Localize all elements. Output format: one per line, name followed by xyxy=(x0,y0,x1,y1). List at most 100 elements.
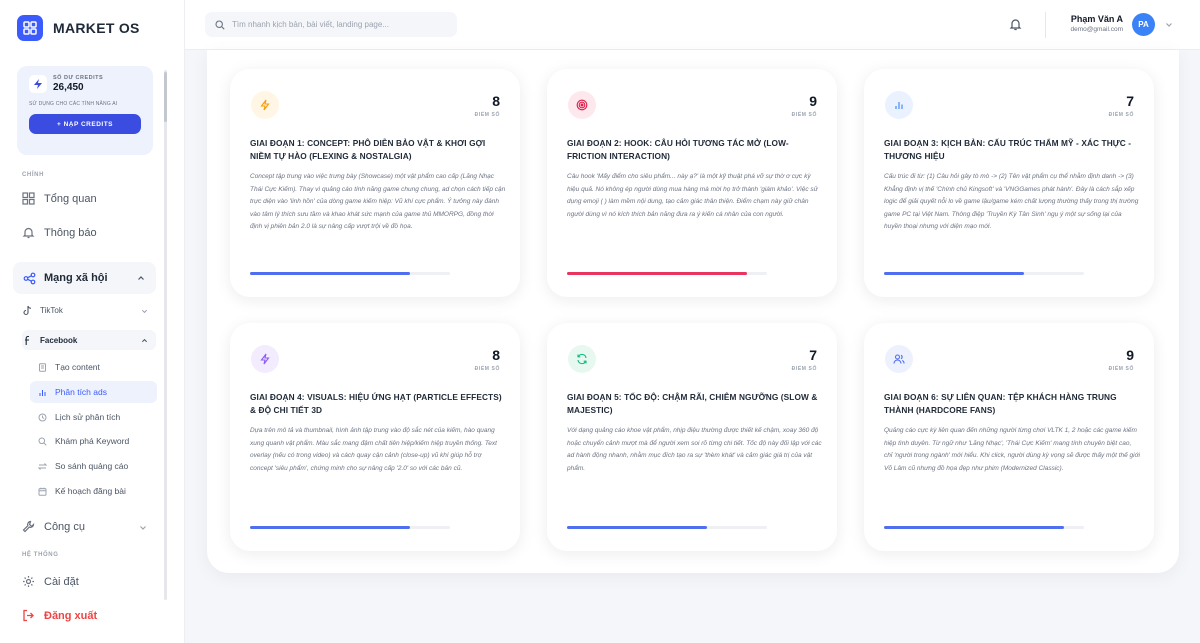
avatar[interactable]: PA xyxy=(1132,13,1155,36)
calendar-icon xyxy=(38,487,47,496)
search-icon xyxy=(215,19,225,30)
card-title: GIAI ĐOẠN 2: HOOK: CÂU HỎI TƯƠNG TÁC MỞ … xyxy=(567,138,789,161)
share-icon xyxy=(23,272,36,284)
sidebar-item-label: Kế hoạch đăng bài xyxy=(55,486,126,496)
sidebar-item-keyword-explore[interactable]: Khám phá Keyword xyxy=(38,436,129,446)
card-score-label: ĐIỂM SỐ xyxy=(791,112,817,118)
header-divider xyxy=(1045,12,1046,38)
sidebar-item-analysis-history[interactable]: Lịch sử phân tích xyxy=(38,412,120,422)
sidebar-item-tiktok[interactable]: TikTok xyxy=(22,305,148,316)
search-input[interactable] xyxy=(232,20,452,29)
grid-logo-icon xyxy=(17,15,43,41)
lightning-icon xyxy=(29,75,47,93)
card-score: 8 xyxy=(492,347,500,363)
sidebar-item-label: Thông báo xyxy=(44,226,97,239)
logout-icon xyxy=(23,609,34,622)
sidebar-item-tools[interactable]: Công cụ xyxy=(22,520,85,533)
score-progress-bar xyxy=(567,272,767,275)
section-label-system: HỆ THỐNG xyxy=(22,552,59,558)
card-title: GIAI ĐOẠN 3: KỊCH BẢN: CẤU TRÚC THẨM MỸ … xyxy=(884,138,1132,161)
sidebar-item-label: Tạo content xyxy=(55,362,100,372)
score-progress-fill xyxy=(567,526,707,529)
sidebar-item-post-plan[interactable]: Kế hoạch đăng bài xyxy=(38,486,126,496)
target-icon xyxy=(568,91,596,119)
sidebar-item-notifications[interactable]: Thông báo xyxy=(22,226,97,239)
sidebar-item-label: TikTok xyxy=(40,306,63,315)
tiktok-icon xyxy=(23,305,32,316)
search-bar[interactable] xyxy=(205,12,457,37)
analysis-card: 8 ĐIỂM SỐ GIAI ĐOẠN 4: VISUALS: HIỆU ỨNG… xyxy=(230,323,520,551)
chevron-up-icon xyxy=(138,276,144,280)
user-name[interactable]: Phạm Văn A xyxy=(1071,14,1123,24)
gear-icon xyxy=(23,576,34,587)
brand[interactable]: MARKET OS xyxy=(17,15,140,41)
score-progress-fill xyxy=(567,272,747,275)
sidebar-group-label: Mạng xã hội xyxy=(44,272,108,284)
score-progress-fill xyxy=(884,272,1024,275)
search-icon xyxy=(38,437,47,446)
credits-panel: SỐ DƯ CREDITS 26,450 SỬ DỤNG CHO CÁC TÍN… xyxy=(17,66,153,155)
sidebar-item-create-content[interactable]: Tạo content xyxy=(38,362,100,372)
refresh-icon xyxy=(568,345,596,373)
score-progress-fill xyxy=(250,272,410,275)
analysis-card: 7 ĐIỂM SỐ GIAI ĐOẠN 5: TỐC ĐỘ: CHẬM RÃI,… xyxy=(547,323,837,551)
analysis-card: 9 ĐIỂM SỐ GIAI ĐOẠN 6: SỰ LIÊN QUAN: TỆP… xyxy=(864,323,1154,551)
wrench-icon xyxy=(22,520,35,533)
chevron-down-icon xyxy=(141,309,148,314)
chevron-down-icon xyxy=(140,526,146,530)
card-description: Concept tập trung vào việc trưng bày (Sh… xyxy=(250,173,506,230)
score-progress-fill xyxy=(884,526,1064,529)
score-progress-fill xyxy=(250,526,410,529)
lightning-icon xyxy=(251,345,279,373)
sidebar-item-label: Khám phá Keyword xyxy=(55,436,130,446)
sidebar-group-social[interactable]: Mạng xã hội xyxy=(13,262,156,294)
score-progress-bar xyxy=(250,526,450,529)
card-description: Dựa trên mô tả và thumbnail, hình ảnh tậ… xyxy=(250,427,497,472)
score-progress-bar xyxy=(250,272,450,275)
card-title: GIAI ĐOẠN 5: TỐC ĐỘ: CHẬM RÃI, CHIÊM NGƯ… xyxy=(567,392,818,415)
card-score: 9 xyxy=(1126,347,1134,363)
sidebar-scroll-thumb[interactable] xyxy=(164,72,167,122)
analysis-card: 8 ĐIỂM SỐ GIAI ĐOẠN 1: CONCEPT: PHÔ DIỄN… xyxy=(230,69,520,297)
user-email: demo@gmail.com xyxy=(1070,26,1123,33)
card-score-label: ĐIỂM SỐ xyxy=(1108,112,1134,118)
sidebar-item-overview[interactable]: Tổng quan xyxy=(22,192,97,205)
analysis-card: 7 ĐIỂM SỐ GIAI ĐOẠN 3: KỊCH BẢN: CẤU TRÚ… xyxy=(864,69,1154,297)
sidebar-item-compare-ads[interactable]: So sánh quảng cáo xyxy=(38,461,128,471)
sidebar-item-facebook[interactable]: Facebook xyxy=(22,335,148,346)
bar-chart-icon xyxy=(39,389,46,396)
sidebar-item-ads-analysis[interactable]: Phân tích ads xyxy=(38,387,107,397)
section-label-main: CHÍNH xyxy=(22,172,44,178)
sidebar-item-label: Công cụ xyxy=(44,520,85,533)
sidebar-item-label: Phân tích ads xyxy=(55,387,107,397)
card-score-label: ĐIỂM SỐ xyxy=(474,112,500,118)
sidebar-scrollbar[interactable] xyxy=(164,70,167,600)
facebook-icon xyxy=(25,335,29,345)
analysis-card: 9 ĐIỂM SỐ GIAI ĐOẠN 2: HOOK: CÂU HỎI TƯƠ… xyxy=(547,69,837,297)
chevron-down-icon[interactable] xyxy=(1165,21,1173,29)
card-title: GIAI ĐOẠN 4: VISUALS: HIỆU ỨNG HẠT (PART… xyxy=(250,392,502,415)
chevron-up-icon xyxy=(141,338,148,343)
score-progress-bar xyxy=(884,272,1084,275)
users-icon xyxy=(885,345,913,373)
card-score-label: ĐIỂM SỐ xyxy=(474,366,500,372)
credits-value: 26,450 xyxy=(53,82,84,93)
sidebar-item-label: Tổng quan xyxy=(44,192,97,205)
notification-bell-icon[interactable] xyxy=(1009,17,1022,31)
credits-subtitle: SỬ DỤNG CHO CÁC TÍNH NĂNG AI xyxy=(29,101,118,107)
card-description: Với dạng quảng cáo khoe vật phẩm, nhịp đ… xyxy=(567,427,822,472)
app-name: MARKET OS xyxy=(53,20,140,36)
compare-icon xyxy=(38,462,47,470)
bell-icon xyxy=(22,227,35,239)
dashboard-icon xyxy=(22,192,35,205)
bar-chart-icon xyxy=(885,91,913,119)
card-score: 9 xyxy=(809,93,817,109)
sidebar-item-settings[interactable]: Cài đặt xyxy=(22,575,79,588)
card-description: Câu hook 'Mấy điểm cho siêu phẩm... này … xyxy=(567,173,818,218)
card-score-label: ĐIỂM SỐ xyxy=(791,366,817,372)
score-progress-bar xyxy=(567,526,767,529)
top-header: Phạm Văn A demo@gmail.com PA xyxy=(185,0,1200,50)
sidebar-item-label: So sánh quảng cáo xyxy=(55,461,129,471)
logout-button[interactable]: Đăng xuất xyxy=(22,609,97,622)
top-up-credits-button[interactable]: + NẠP CREDITS xyxy=(29,114,141,134)
